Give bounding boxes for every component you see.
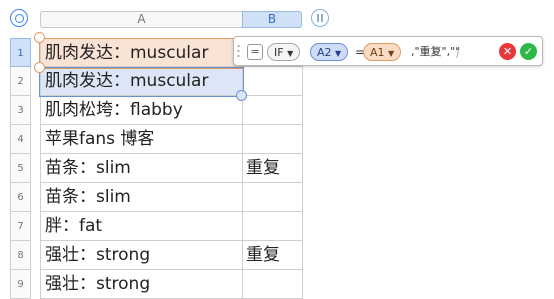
cell-b[interactable]: [242, 96, 303, 125]
resize-handle-a1-bottom[interactable]: [34, 62, 45, 73]
cell-b[interactable]: [242, 125, 303, 154]
row-header[interactable]: 9: [10, 270, 31, 299]
cell-b[interactable]: 重复: [242, 154, 303, 183]
cell-a[interactable]: 苹果fans 博客: [40, 125, 243, 154]
reference-label: A1: [370, 46, 385, 59]
resize-handle-a1-top[interactable]: [34, 32, 45, 43]
column-header-a[interactable]: A: [40, 11, 243, 28]
cell-a[interactable]: 强壮：strong: [40, 270, 243, 299]
drag-grip-icon[interactable]: [237, 44, 240, 59]
dropdown-arrow-icon: ▼: [287, 49, 294, 58]
row-header[interactable]: 6: [10, 183, 31, 212]
cancel-formula-button[interactable]: ✕: [499, 43, 516, 60]
cell-b[interactable]: [242, 67, 303, 96]
column-header-b[interactable]: B: [242, 11, 302, 28]
row-header[interactable]: 4: [10, 125, 31, 154]
add-column-handle[interactable]: [311, 9, 329, 27]
cell-a[interactable]: 胖：fat: [40, 212, 243, 241]
formula-editor[interactable]: = IF ▼ A2 ▼ = A1 ▼ ,"重复","" ) ✕ ✓: [233, 36, 543, 66]
cell-b[interactable]: 重复: [242, 241, 303, 270]
cell-b[interactable]: [242, 212, 303, 241]
dropdown-arrow-icon: ▼: [335, 49, 342, 58]
function-token-if[interactable]: IF ▼: [267, 43, 301, 61]
cell-a[interactable]: 肌肉松垮：flabby: [40, 96, 243, 125]
closing-paren: ): [455, 45, 460, 59]
reference-highlight-a2: [39, 67, 244, 97]
cell-a[interactable]: 苗条：slim: [40, 183, 243, 212]
accept-formula-button[interactable]: ✓: [520, 43, 537, 60]
cell-b[interactable]: [242, 270, 303, 299]
reference-highlight-a1: [39, 38, 244, 69]
formula-equals-icon: =: [247, 44, 263, 60]
reference-token-a1[interactable]: A1 ▼: [363, 43, 402, 61]
cell-b[interactable]: [242, 183, 303, 212]
cell-a[interactable]: 强壮：strong: [40, 241, 243, 270]
row-header[interactable]: 5: [10, 154, 31, 183]
row-header[interactable]: 1: [10, 38, 31, 67]
select-all-button[interactable]: [10, 9, 28, 27]
row-header[interactable]: 7: [10, 212, 31, 241]
formula-arguments[interactable]: ,"重复","": [411, 43, 460, 61]
reference-label: A2: [317, 46, 332, 59]
function-name: IF: [274, 46, 284, 59]
dropdown-arrow-icon: ▼: [388, 49, 395, 58]
row-header[interactable]: 3: [10, 96, 31, 125]
reference-token-a2[interactable]: A2 ▼: [310, 43, 349, 61]
row-header[interactable]: 2: [10, 67, 31, 96]
row-header[interactable]: 8: [10, 241, 31, 270]
resize-handle-a2-bottom[interactable]: [236, 90, 247, 101]
cell-a[interactable]: 苗条：slim: [40, 154, 243, 183]
